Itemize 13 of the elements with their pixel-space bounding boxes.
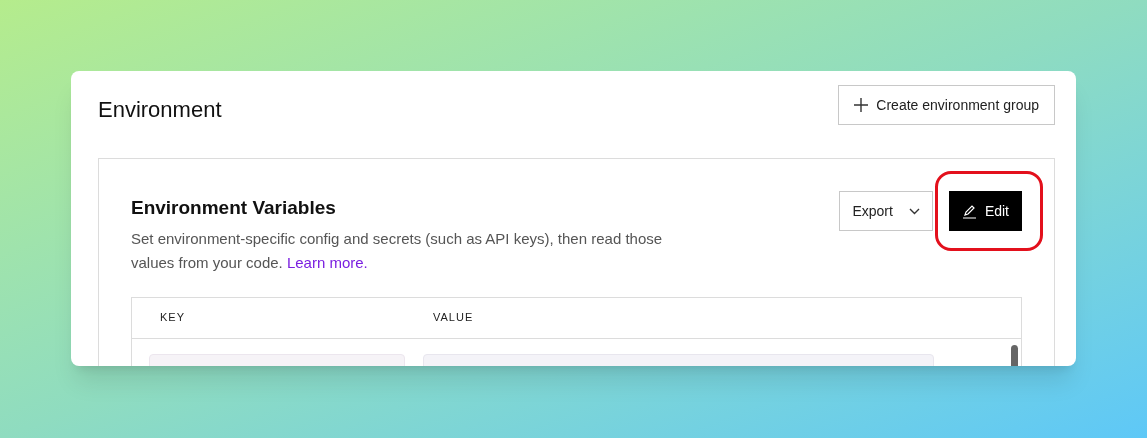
column-header: VALUE <box>433 310 474 326</box>
plus-icon <box>854 98 869 112</box>
create-group-button[interactable]: Create environment group <box>838 85 1055 125</box>
scrollbar-thumb[interactable] <box>1011 344 1018 366</box>
column-header: KEY <box>159 310 186 326</box>
section-description: Set environment-specific config and secrets (such as API keys), then read those values from your code. Learn more. <box>131 228 664 273</box>
chevron-down-icon <box>908 207 920 215</box>
learn-more-link[interactable]: Learn more. <box>286 253 368 271</box>
export-dropdown[interactable]: Export <box>839 191 933 231</box>
section-title: Environment Variables <box>131 196 337 220</box>
page-title: Environment <box>98 96 222 124</box>
pencil-icon <box>961 203 977 219</box>
edit-button[interactable]: Edit <box>948 191 1022 231</box>
